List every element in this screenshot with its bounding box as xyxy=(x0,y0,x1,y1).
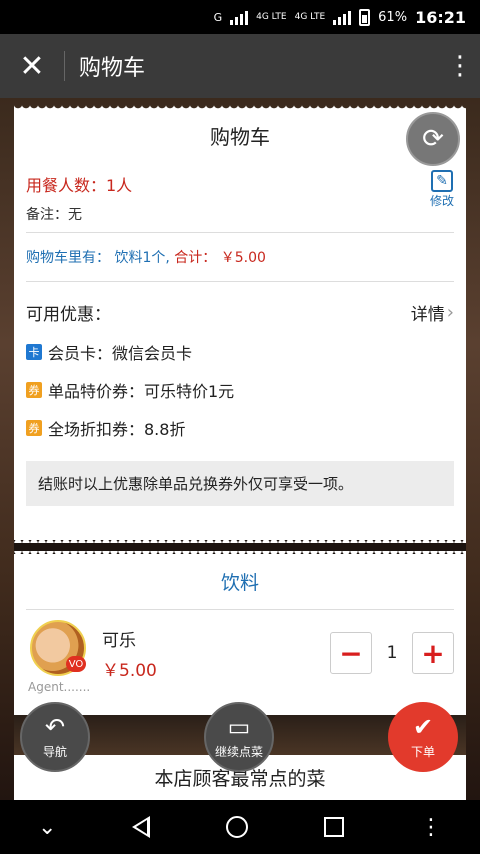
quantity-stepper: − 1 + xyxy=(330,632,454,674)
battery-icon xyxy=(359,8,371,26)
home-icon[interactable] xyxy=(226,816,249,838)
status-bar: G 4G LTE 4G LTE 61% 16:21 xyxy=(0,0,480,34)
refresh-button[interactable]: ⟳ xyxy=(406,112,460,166)
app-title: 购物车 xyxy=(79,56,146,81)
product-row: VO Agent....... 可乐 ￥5.00 − 1 + xyxy=(14,610,466,710)
order-note: 备注：无 xyxy=(26,207,82,223)
more-icon[interactable]: ⋮ xyxy=(440,34,480,98)
promo-item: 券 单品特价券：可乐特价1元 xyxy=(26,371,454,409)
cart-prefix: 购物车里有： xyxy=(26,250,110,266)
navigation-icon: ↶ xyxy=(44,712,66,741)
app-bar: ✕ 购物车 ⋮ xyxy=(0,34,480,98)
promo-text: 会员卡：微信会员卡 xyxy=(48,344,193,363)
nav-label: 导航 xyxy=(42,744,67,759)
product-name: 可乐 xyxy=(102,631,136,651)
nav-button[interactable]: ↶ 导航 xyxy=(20,702,90,772)
order-info: 用餐人数：1人 备注：无 ✎ 修改 xyxy=(26,160,454,233)
battery-percent: 61% xyxy=(378,9,408,25)
signal-icon xyxy=(230,9,249,25)
coupon-icon: 券 xyxy=(26,382,42,398)
cart-items: 饮料1个, xyxy=(114,250,170,266)
signal-icon-2 xyxy=(333,9,352,25)
book-icon: ▭ xyxy=(227,712,251,741)
diners-count: 用餐人数：1人 xyxy=(26,176,133,195)
promo-notice: 结账时以上优惠除单品兑换券外仅可享受一项。 xyxy=(26,461,454,506)
network-label-3: 4G LTE xyxy=(294,12,326,22)
continue-label: 继续点菜 xyxy=(214,744,263,759)
decrease-button[interactable]: − xyxy=(330,632,372,674)
cart-total-label: 合计： xyxy=(174,250,217,266)
check-icon: ✔ xyxy=(412,712,434,741)
edit-label: 修改 xyxy=(429,194,454,208)
continue-ordering-button[interactable]: ▭ 继续点菜 xyxy=(204,702,274,772)
refresh-icon: ⟳ xyxy=(422,124,444,154)
edit-icon: ✎ xyxy=(430,170,453,192)
plus-icon: + xyxy=(421,636,445,670)
recents-icon[interactable] xyxy=(324,817,345,837)
back-icon[interactable] xyxy=(132,816,151,838)
receipt-separator xyxy=(14,537,466,554)
divider xyxy=(64,51,65,81)
system-nav-bar: ⌄ ⋮ xyxy=(0,800,480,854)
cart-total: ￥5.00 xyxy=(220,250,266,266)
coupon-icon: 券 xyxy=(26,420,42,436)
category-title: 饮料 xyxy=(26,554,454,610)
card-icon: 卡 xyxy=(26,344,42,360)
product-price: ￥5.00 xyxy=(102,661,157,681)
receipt-title: 购物车 xyxy=(210,124,270,149)
promo-text: 全场折扣券：8.8折 xyxy=(48,420,186,439)
order-label: 下单 xyxy=(410,744,435,759)
clock: 16:21 xyxy=(415,7,466,27)
network-label: G xyxy=(213,10,223,24)
network-label-2: 4G LTE xyxy=(256,12,287,22)
promo-header: 可用优惠： 详情 › xyxy=(26,282,454,333)
increase-button[interactable]: + xyxy=(412,632,454,674)
promo-detail-link[interactable]: 详情 › xyxy=(411,300,454,325)
minus-icon: − xyxy=(339,636,363,670)
quantity-value: 1 xyxy=(386,643,398,663)
vo-badge: VO xyxy=(66,656,86,672)
cart-summary: 购物车里有： 饮料1个, 合计： ￥5.00 xyxy=(26,233,454,282)
close-icon[interactable]: ✕ xyxy=(0,34,64,98)
promo-detail-label: 详情 xyxy=(410,305,445,325)
promo-item: 券 全场折扣券：8.8折 xyxy=(26,409,454,447)
promo-item: 卡 会员卡：微信会员卡 xyxy=(26,333,454,371)
edit-button[interactable]: ✎ 修改 xyxy=(430,170,454,209)
agent-label: Agent....... xyxy=(28,680,91,694)
place-order-button[interactable]: ✔ 下单 xyxy=(388,702,458,772)
promo-text: 单品特价券：可乐特价1元 xyxy=(48,382,235,401)
chevron-down-icon[interactable]: ⌄ xyxy=(38,815,56,840)
menu-dots-icon[interactable]: ⋮ xyxy=(420,815,442,840)
chevron-right-icon: › xyxy=(446,302,454,323)
promo-title: 可用优惠： xyxy=(26,305,111,325)
